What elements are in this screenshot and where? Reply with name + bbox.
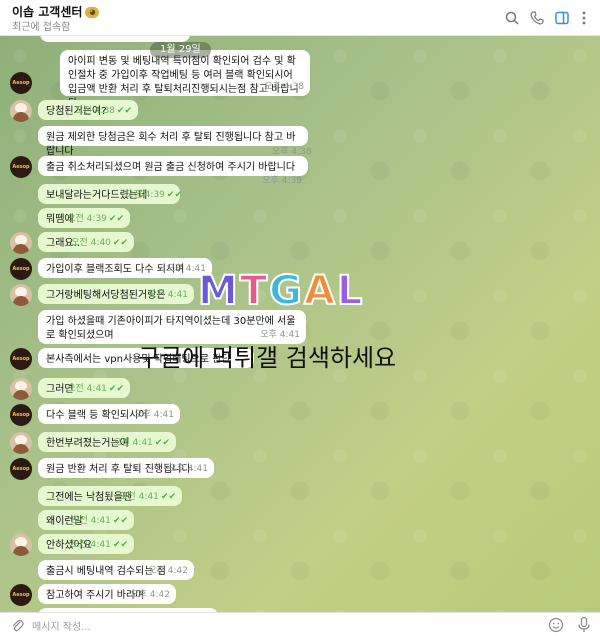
message-time: 오전 4:39 ✔✔: [125, 190, 182, 200]
message-time: 오전 4:41 ✔✔: [67, 384, 124, 394]
agent-avatar[interactable]: Aesop: [10, 584, 32, 606]
double-check-icon: ✔✔: [154, 438, 170, 448]
message-text: 가입이후 블랙조회도 다수 되시며: [46, 264, 185, 275]
search-icon[interactable]: [502, 8, 522, 28]
message-outgoing[interactable]: 한번부려졌는거는여 오전 4:41 ✔✔: [38, 432, 176, 452]
message-time: 오전 4:41 ✔✔: [119, 492, 176, 502]
emoji-icon[interactable]: [548, 617, 564, 633]
message-incoming[interactable]: 참고하여 주시기 바라며 오후 4:42: [38, 584, 176, 604]
message-time: 오전 4:38 ✔✔: [75, 106, 132, 116]
message-time: 오전 4:40 ✔✔: [71, 238, 128, 248]
sidebar-icon[interactable]: [552, 8, 572, 28]
message-time: 오전 4:41 ✔✔: [71, 516, 128, 526]
chat-title-text[interactable]: 이솝 고객센터: [12, 5, 82, 19]
message-text: 다수 블랙 등 확인되시어: [46, 410, 148, 421]
message-incoming[interactable]: 가입이후 블랙조회도 다수 되시며 오후 4:41: [38, 258, 212, 278]
message-composer: 메시지 작성...: [0, 612, 600, 636]
user-avatar[interactable]: [10, 378, 32, 400]
double-check-icon: ✔✔: [116, 106, 132, 116]
message-outgoing[interactable]: 그거랑베팅해서당첨된거랑은 오전 4:41: [38, 284, 194, 304]
message-time: 오전 4:41 ✔✔: [113, 438, 170, 448]
message-time: 오후 4:38: [272, 147, 312, 157]
message-outgoing[interactable]: 왜이런말 오전 4:41 ✔✔: [38, 510, 134, 530]
message-time: 오후 4:42: [130, 590, 170, 600]
double-check-icon: ✔✔: [112, 540, 128, 550]
chat-area[interactable]: 1월 29일 아이피 변동 및 베팅내역 특이점이 확인되어 검수 및 확인절차…: [0, 36, 600, 612]
double-check-icon: ✔✔: [166, 190, 182, 200]
message-text: 본사측에서는 vpn사용및 작업베팅으로 판단: [46, 354, 231, 365]
message-time: 오후 4:41: [168, 464, 208, 474]
agent-avatar[interactable]: Aesop: [10, 458, 32, 480]
title-badge-icon: ◕: [85, 7, 100, 18]
double-check-icon: ✔✔: [108, 384, 124, 394]
message-incoming[interactable]: 원금 제외한 당첨금은 회수 처리 후 탈퇴 진행됩니다 참고 바랍니다: [38, 126, 308, 157]
chat-status: 최근에 접속함: [12, 22, 71, 33]
agent-avatar[interactable]: Aesop: [10, 348, 32, 370]
message-incoming[interactable]: 출금 취소처리되셨으며 원금 출금 신청하여 주시기 바랍니다 오후 4:39: [38, 156, 308, 186]
message-incoming[interactable]: 본사측에서는 vpn사용및 작업베팅으로 판단: [38, 348, 254, 368]
message-incoming[interactable]: 원금 반환 처리 후 탈퇴 진행됩니다 오후 4:41: [38, 458, 214, 478]
more-vert-icon[interactable]: [574, 8, 594, 28]
double-check-icon: ✔✔: [108, 214, 124, 224]
message-time: 오후 4:38: [264, 82, 304, 92]
date-divider: 1월 29일: [150, 42, 211, 58]
agent-avatar[interactable]: Aesop: [10, 404, 32, 426]
message-outgoing[interactable]: 그러면 오전 4:41 ✔✔: [38, 378, 130, 398]
message-time: 오후 4:41: [134, 410, 174, 420]
agent-avatar[interactable]: Aesop: [10, 258, 32, 280]
message-text: 원금 제외한 당첨금은 회수 처리 후 탈퇴 진행됩니다 참고 바랍니다: [46, 132, 296, 157]
chat-header: 이솝 고객센터 ◕ 최근에 접속함: [0, 0, 600, 36]
message-outgoing[interactable]: 그래요.. 오전 4:40 ✔✔: [38, 232, 134, 252]
user-avatar[interactable]: [10, 100, 32, 122]
double-check-icon: ✔✔: [112, 516, 128, 526]
double-check-icon: ✔✔: [112, 238, 128, 248]
message-outgoing[interactable]: 보내달라는거다드렸는데 오전 4:39 ✔✔: [38, 184, 182, 204]
agent-avatar[interactable]: Aesop: [10, 156, 32, 178]
user-avatar[interactable]: [10, 284, 32, 306]
message-input[interactable]: 메시지 작성...: [32, 618, 91, 633]
message-incoming[interactable]: 가입 하셨을때 기존아이피가 타지역이셨는데 30분만에 서울로 확인되셨으며 …: [38, 310, 306, 344]
message-incoming[interactable]: 다수 블랙 등 확인되시어 오후 4:41: [38, 404, 180, 424]
message-time: 오후 4:41: [166, 264, 206, 274]
user-avatar[interactable]: [10, 432, 32, 454]
phone-icon[interactable]: [527, 8, 547, 28]
message-time: 오전 4:41 ✔✔: [71, 540, 128, 550]
attach-icon[interactable]: [10, 617, 24, 633]
agent-avatar[interactable]: Aesop: [10, 72, 32, 94]
message-outgoing[interactable]: 뭐뗌에 오전 4:39 ✔✔: [38, 208, 130, 228]
user-avatar[interactable]: [10, 534, 32, 556]
message-outgoing[interactable]: 당첨된거는여? 오전 4:38 ✔✔: [38, 100, 138, 120]
message-time: 오전 4:39 ✔✔: [67, 214, 124, 224]
message-time: 오후 4:42: [148, 566, 188, 576]
message-text: 출금 취소처리되셨으며 원금 출금 신청하여 주시기 바랍니다: [46, 162, 296, 173]
double-check-icon: ✔✔: [160, 492, 176, 502]
mic-icon[interactable]: [576, 616, 592, 634]
message-time: 오전 4:41: [148, 290, 188, 300]
user-avatar[interactable]: [10, 232, 32, 254]
message-text: 가입 하셨을때 기존아이피가 타지역이셨는데 30분만에 서울로 확인되셨으며: [46, 316, 296, 341]
message-outgoing[interactable]: 안하셨어요 오전 4:41 ✔✔: [38, 534, 134, 554]
message-incoming[interactable]: 출금시 베팅내역 검수되는 점 오후 4:42: [38, 560, 194, 580]
message-outgoing[interactable]: 그전에는 낙첨됬을땐 오전 4:41 ✔✔: [38, 486, 182, 506]
